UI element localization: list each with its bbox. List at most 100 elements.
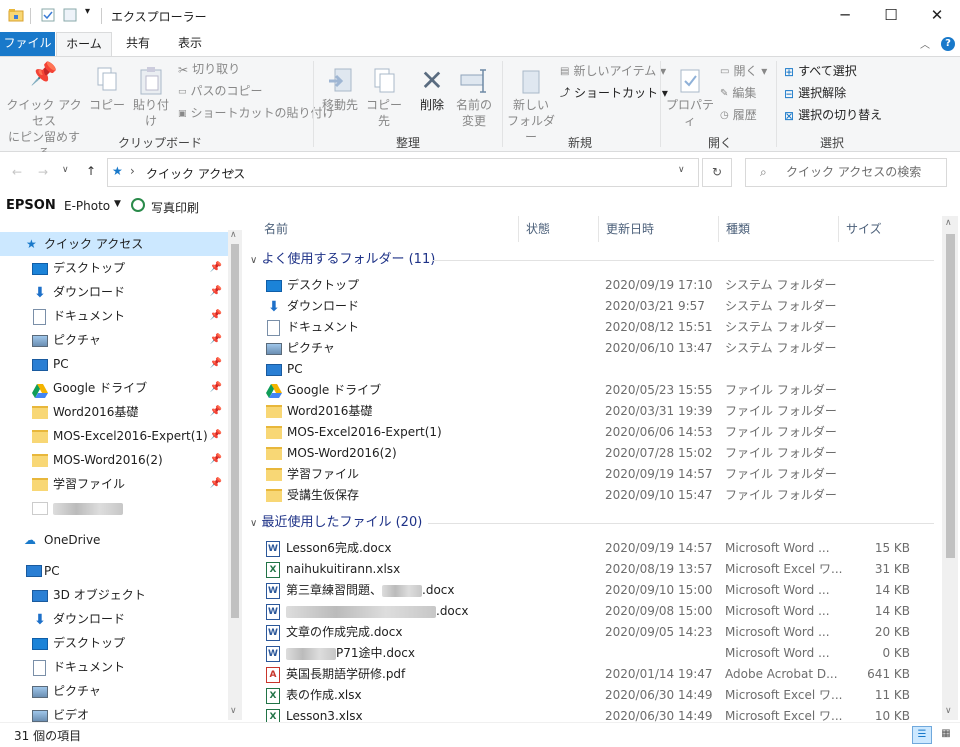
- folder-row[interactable]: MOS-Word2016(2) 2020/07/28 15:02 ファイル フォルダ…: [262, 443, 938, 464]
- pin-icon[interactable]: 📌: [210, 448, 222, 472]
- shortcut-button[interactable]: ⤴ ショートカット ▾: [560, 83, 668, 104]
- nav-pinned-item[interactable]: MOS-Excel2016-Expert(1) 📌: [0, 424, 228, 448]
- folder-row[interactable]: MOS-Excel2016-Expert(1) 2020/06/06 14:53 フ…: [262, 422, 938, 443]
- pin-icon[interactable]: 📌: [210, 304, 222, 328]
- nav-pc-item[interactable]: デスクトップ: [0, 631, 228, 655]
- tab-view[interactable]: 表示: [168, 32, 212, 56]
- group-header-frequent[interactable]: ∨ よく使用するフォルダー (11): [250, 250, 435, 271]
- new-item-button[interactable]: ▤ 新しいアイテム ▾: [560, 61, 666, 82]
- back-arrow-icon[interactable]: ←: [12, 165, 22, 179]
- file-row[interactable]: W P71途中.docx Microsoft Word ... 0 KB: [262, 643, 938, 664]
- edit-button[interactable]: ✎ 編集: [720, 83, 756, 104]
- file-row[interactable]: W 第三章練習問題、 .docx 2020/09/10 15:00 Microsoft …: [262, 580, 938, 601]
- search-box[interactable]: ⌕ クイック アクセスの検索: [745, 158, 947, 187]
- forward-arrow-icon[interactable]: →: [38, 165, 48, 179]
- folder-row[interactable]: デスクトップ 2020/09/19 17:10 システム フォルダー: [262, 275, 938, 296]
- epson-app-select[interactable]: E-Photo: [64, 199, 110, 213]
- nav-quick-access[interactable]: ★ クイック アクセス: [0, 232, 228, 256]
- column-name[interactable]: 名前: [264, 216, 288, 242]
- nav-onedrive[interactable]: ☁ OneDrive: [0, 528, 228, 552]
- rename-button[interactable]: 名前の 変更: [452, 67, 496, 129]
- pin-icon[interactable]: 📌: [210, 352, 222, 376]
- maximize-button[interactable]: ☐: [868, 0, 914, 32]
- paste-button[interactable]: 貼り付け: [128, 67, 174, 129]
- nav-pc-item[interactable]: ドキュメント: [0, 655, 228, 679]
- delete-button[interactable]: ✕ 削除: [412, 67, 452, 113]
- nav-pc-item[interactable]: ⬇ ダウンロード: [0, 607, 228, 631]
- column-type[interactable]: 種類: [726, 216, 750, 242]
- address-bar[interactable]: ★ › クイック アクセス › ∨: [107, 158, 699, 187]
- new-folder-icon[interactable]: [62, 7, 78, 23]
- group-header-recent[interactable]: ∨ 最近使用したファイル (20): [250, 513, 422, 534]
- address-dropdown-icon[interactable]: ∨: [678, 165, 685, 175]
- help-icon[interactable]: ?: [941, 37, 955, 51]
- nav-pinned-item[interactable]: ⬇ ダウンロード 📌: [0, 280, 228, 304]
- nav-pinned-item[interactable]: デスクトップ 📌: [0, 256, 228, 280]
- nav-pinned-item[interactable]: Google ドライブ 📌: [0, 376, 228, 400]
- nav-pc[interactable]: PC: [0, 559, 228, 583]
- nav-scrollbar[interactable]: ∧ ∨: [228, 230, 242, 720]
- nav-pinned-item[interactable]: 学習ファイル 📌: [0, 472, 228, 496]
- nav-pinned-item[interactable]: ドキュメント 📌: [0, 304, 228, 328]
- folder-row[interactable]: 学習ファイル 2020/09/19 14:57 ファイル フォルダー: [262, 464, 938, 485]
- pin-icon[interactable]: 📌: [210, 376, 222, 400]
- refresh-button[interactable]: ↻: [702, 158, 732, 187]
- invert-selection-button[interactable]: ⊠ 選択の切り替え: [784, 105, 882, 126]
- pin-icon[interactable]: 📌: [210, 280, 222, 304]
- large-icons-view-icon[interactable]: ▦: [936, 726, 956, 744]
- scroll-down-icon[interactable]: ∨: [230, 706, 237, 716]
- nav-pinned-item[interactable]: Word2016基礎 📌: [0, 400, 228, 424]
- photo-print-button[interactable]: 写真印刷: [151, 199, 199, 216]
- select-none-button[interactable]: ⊟ 選択解除: [784, 83, 846, 104]
- column-size[interactable]: サイズ: [846, 216, 882, 242]
- file-row[interactable]: A 英国長期語学研修.pdf 2020/01/14 19:47 Adobe Acrob…: [262, 664, 938, 685]
- folder-row[interactable]: Word2016基礎 2020/03/31 19:39 ファイル フォルダー: [262, 401, 938, 422]
- nav-pc-item[interactable]: ピクチャ: [0, 679, 228, 703]
- pin-icon[interactable]: 📌: [210, 400, 222, 424]
- column-status[interactable]: 状態: [526, 216, 550, 242]
- pin-icon[interactable]: 📌: [210, 472, 222, 496]
- folder-row[interactable]: ピクチャ 2020/06/10 13:47 システム フォルダー: [262, 338, 938, 359]
- tab-home[interactable]: ホーム: [56, 32, 112, 56]
- scroll-up-icon[interactable]: ∧: [230, 230, 237, 240]
- pin-icon[interactable]: 📌: [210, 328, 222, 352]
- minimize-button[interactable]: ─: [822, 0, 868, 32]
- scroll-down-icon[interactable]: ∨: [945, 706, 952, 716]
- content-scrollbar[interactable]: ∧ ∨: [942, 216, 958, 720]
- paste-shortcut-button[interactable]: ▣ ショートカットの貼り付け: [178, 103, 335, 124]
- recent-locations-icon[interactable]: ∨: [62, 165, 69, 175]
- select-all-button[interactable]: ⊞ すべて選択: [784, 61, 857, 82]
- nav-pinned-item[interactable]: MOS-Word2016(2) 📌: [0, 448, 228, 472]
- cut-button[interactable]: ✂ 切り取り: [178, 59, 240, 80]
- scroll-up-icon[interactable]: ∧: [945, 218, 952, 228]
- file-row[interactable]: X 表の作成.xlsx 2020/06/30 14:49 Microsoft Exce…: [262, 685, 938, 706]
- file-row[interactable]: Xnaihukuitirann.xlsx 2020/08/19 13:57 Micr…: [262, 559, 938, 580]
- folder-row[interactable]: ⬇ ダウンロード 2020/03/21 9:57 システム フォルダー: [262, 296, 938, 317]
- folder-row[interactable]: Google ドライブ 2020/05/23 15:55 ファイル フォルダー: [262, 380, 938, 401]
- file-row[interactable]: W 文章の作成完成.docx 2020/09/05 14:23 Microsoft W…: [262, 622, 938, 643]
- chevron-right-icon[interactable]: ›: [230, 164, 235, 178]
- customize-quick-access-icon[interactable]: ▾: [85, 6, 90, 17]
- properties-button[interactable]: プロパティ: [664, 67, 716, 129]
- details-view-icon[interactable]: ☰: [912, 726, 932, 744]
- pin-icon[interactable]: 📌: [210, 256, 222, 280]
- tab-file[interactable]: ファイル: [0, 32, 55, 56]
- properties-icon[interactable]: [40, 7, 56, 23]
- close-button[interactable]: ✕: [914, 0, 960, 32]
- scrollbar-thumb[interactable]: [946, 234, 955, 558]
- folder-row[interactable]: 受講生仮保存 2020/09/10 15:47 ファイル フォルダー: [262, 485, 938, 506]
- history-button[interactable]: ◷ 履歴: [720, 105, 757, 126]
- up-arrow-icon[interactable]: ↑: [86, 164, 96, 178]
- folder-row[interactable]: ドキュメント 2020/08/12 15:51 システム フォルダー: [262, 317, 938, 338]
- collapse-ribbon-icon[interactable]: ︿: [920, 36, 930, 51]
- pin-quick-access-button[interactable]: 📌 クイック アクセス にピン留めする: [4, 64, 84, 161]
- nav-pinned-item[interactable]: PC 📌: [0, 352, 228, 376]
- nav-pc-item[interactable]: 3D オブジェクト: [0, 583, 228, 607]
- new-folder-button[interactable]: 新しい フォルダー: [506, 67, 556, 145]
- scrollbar-thumb[interactable]: [231, 244, 239, 618]
- nav-pinned-item[interactable]: [0, 496, 228, 520]
- file-row[interactable]: W Lesson6完成.docx 2020/09/19 14:57 Microsoft…: [262, 538, 938, 559]
- pin-icon[interactable]: 📌: [210, 424, 222, 448]
- open-button[interactable]: ▭ 開く ▾: [720, 61, 767, 82]
- column-date[interactable]: 更新日時: [606, 216, 654, 242]
